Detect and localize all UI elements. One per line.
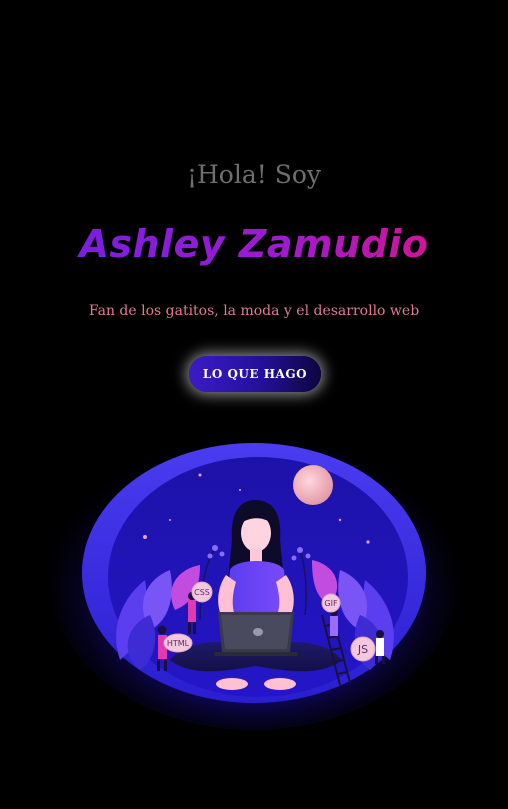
laptop-icon	[214, 612, 298, 656]
html-badge-label: HTML	[167, 639, 190, 648]
moon-icon	[293, 465, 333, 505]
page: ¡Hola! Soy Ashley Zamudio Fan de los gat…	[0, 0, 508, 809]
gif-badge-label: GIF	[324, 599, 338, 608]
hero-name: Ashley Zamudio	[0, 222, 508, 266]
illustration-svg: CSS HTML GIF JS	[50, 430, 458, 730]
css-badge-label: CSS	[194, 588, 210, 597]
greeting-text: ¡Hola! Soy	[186, 160, 322, 189]
hero-tagline: Fan de los gatitos, la moda y el desarro…	[88, 303, 420, 319]
what-i-do-button[interactable]: LO QUE HAGO	[189, 356, 321, 392]
js-badge-label: JS	[357, 643, 368, 656]
hero-illustration: CSS HTML GIF JS	[50, 430, 458, 730]
